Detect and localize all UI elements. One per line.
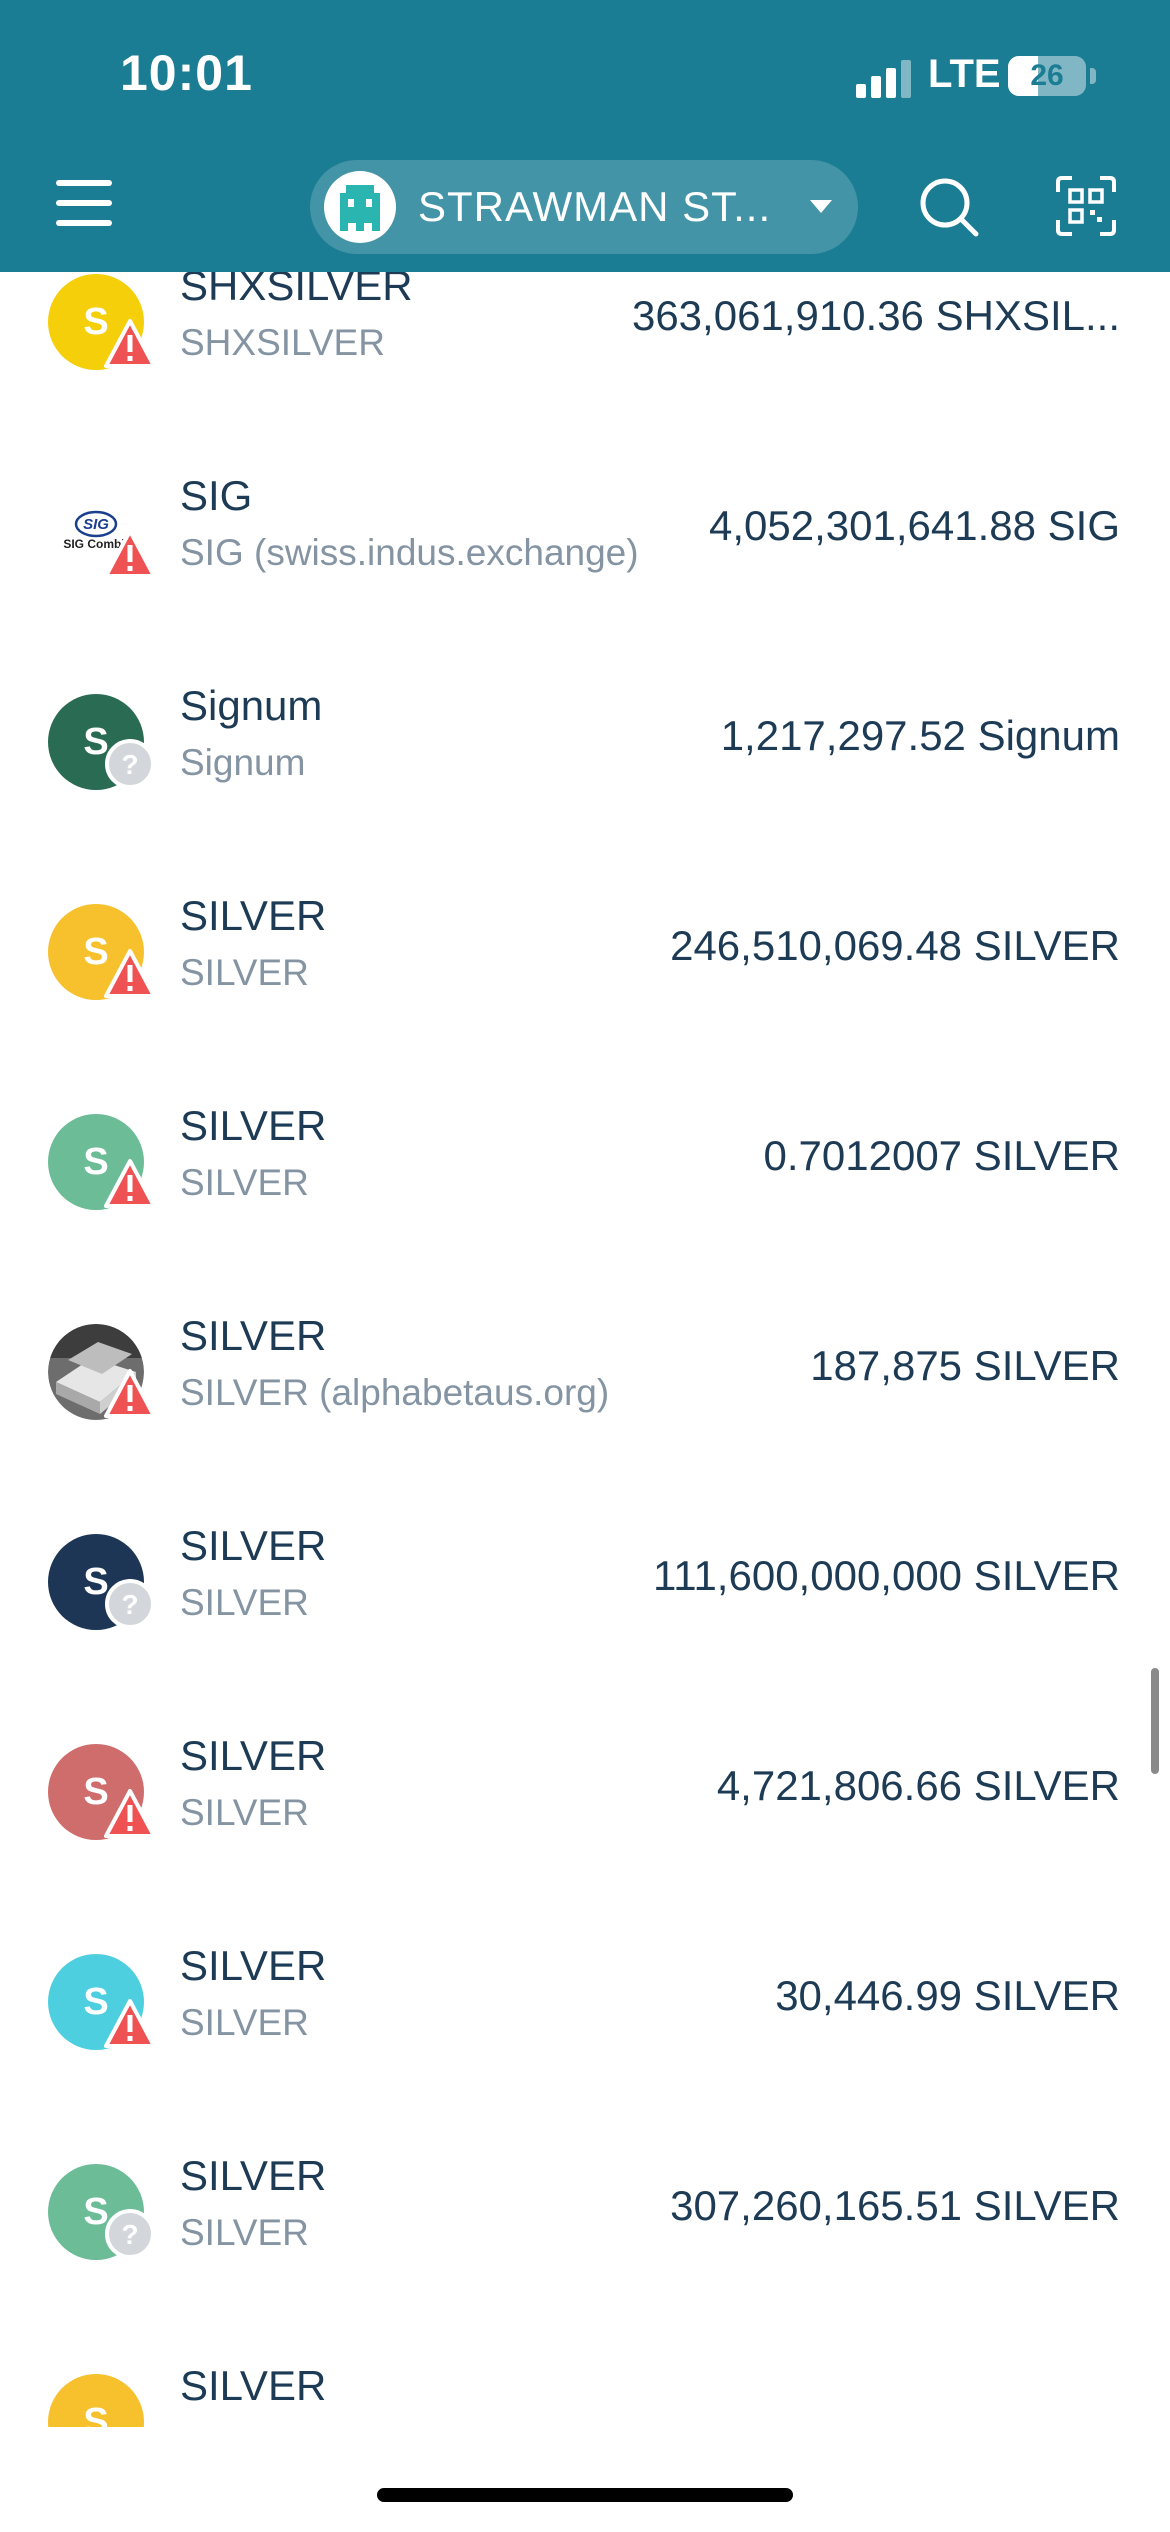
token-name: SILVER — [180, 2362, 327, 2409]
token-issuer: SILVER (alphabetaus.org) — [180, 1372, 610, 1413]
token-name: SILVER — [180, 1312, 327, 1359]
bottom-area — [0, 2427, 1170, 2532]
token-name: SIG — [180, 472, 253, 519]
cellular-signal-icon — [856, 60, 912, 98]
home-indicator[interactable] — [377, 2488, 793, 2502]
network-type: LTE — [928, 52, 1001, 96]
question-icon: ? — [105, 2209, 155, 2259]
list-item[interactable]: S SILVER SILVER 4,721,806.66 SILVER — [0, 1690, 1170, 1900]
token-balance: 30,446.99 SILVER — [775, 1972, 1120, 2019]
svg-text:?: ? — [121, 2219, 138, 2250]
question-icon: ? — [105, 1579, 155, 1629]
token-name: SILVER — [180, 1522, 327, 1569]
warning-icon — [104, 319, 156, 368]
list-item[interactable]: S ? Signum Signum 1,217,297.52 Signum — [0, 640, 1170, 850]
list-item[interactable]: S SHXSILVER SHXSILVER 363,061,910.36 SHX… — [0, 272, 1170, 430]
list-item[interactable]: S SILVER — [0, 2320, 1170, 2427]
token-balance: 187,875 SILVER — [810, 1342, 1120, 1389]
qr-scan-icon[interactable] — [1056, 176, 1116, 236]
token-name: SILVER — [180, 1942, 327, 1989]
token-balance: 4,052,301,641.88 SIG — [709, 502, 1120, 549]
warning-icon — [104, 1159, 156, 1208]
list-item[interactable]: S ? SILVER SILVER 111,600,000,000 SILVER — [0, 1480, 1170, 1690]
question-icon: ? — [105, 739, 155, 789]
list-item[interactable]: SIG SIG Combit SIG SIG (swiss.indus.exch… — [0, 430, 1170, 640]
account-avatar-icon — [324, 171, 396, 243]
list-item[interactable]: S ? SILVER SILVER 307,260,165.51 SILVER — [0, 2110, 1170, 2320]
token-balance: 363,061,910.36 SHXSIL... — [631, 292, 1120, 339]
battery-icon: 26 — [1008, 56, 1086, 96]
top-bar: 10:01 LTE 26 STRAWMAN ST... — [0, 0, 1170, 272]
token-issuer: SILVER — [180, 2212, 309, 2253]
token-issuer: Signum — [180, 742, 306, 783]
token-balance: 246,510,069.48 SILVER — [670, 922, 1120, 969]
token-name: SILVER — [180, 1732, 327, 1779]
list-item[interactable]: SILVER SILVER (alphabetaus.org) 187,875 … — [0, 1270, 1170, 1480]
token-issuer: SILVER — [180, 952, 309, 993]
chevron-down-icon — [810, 200, 832, 213]
svg-text:?: ? — [121, 749, 138, 780]
list-item[interactable]: S SILVER SILVER 246,510,069.48 SILVER — [0, 850, 1170, 1060]
battery-level: 26 — [1030, 59, 1064, 92]
token-issuer: SILVER — [180, 1792, 309, 1833]
token-balance: 4,721,806.66 SILVER — [716, 1762, 1120, 1809]
account-name: STRAWMAN ST... — [418, 183, 772, 230]
account-selector[interactable]: STRAWMAN ST... — [310, 160, 858, 254]
hamburger-icon[interactable] — [56, 178, 112, 228]
warning-icon — [104, 1789, 156, 1838]
token-issuer: SIG (swiss.indus.exchange) — [180, 532, 639, 573]
token-issuer: SILVER — [180, 2002, 309, 2043]
token-balance: 307,260,165.51 SILVER — [670, 2182, 1120, 2229]
token-name: SILVER — [180, 892, 327, 939]
warning-icon — [104, 1369, 156, 1418]
status-time: 10:01 — [120, 45, 253, 101]
token-balance: 1,217,297.52 Signum — [720, 712, 1120, 759]
warning-icon — [104, 1999, 156, 2048]
battery-tip — [1090, 68, 1096, 84]
token-name: SILVER — [180, 1102, 327, 1149]
scrollbar[interactable] — [1151, 1668, 1159, 1774]
token-issuer: SILVER — [180, 1582, 309, 1623]
search-icon[interactable] — [918, 176, 980, 238]
token-name: SHXSILVER — [180, 272, 413, 309]
warning-icon — [104, 949, 156, 998]
token-avatar: S — [48, 2374, 144, 2427]
token-list[interactable]: S SHXSILVER SHXSILVER 363,061,910.36 SHX… — [0, 272, 1170, 2427]
list-item[interactable]: S SILVER SILVER 30,446.99 SILVER — [0, 1900, 1170, 2110]
token-issuer: SILVER — [180, 1162, 309, 1203]
svg-text:?: ? — [121, 1589, 138, 1620]
warning-icon — [104, 529, 156, 578]
token-balance: 0.7012007 SILVER — [763, 1132, 1121, 1179]
token-name: SILVER — [180, 2152, 327, 2199]
token-issuer: SHXSILVER — [180, 322, 385, 363]
token-name: Signum — [180, 682, 323, 729]
token-balance: 111,600,000,000 SILVER — [652, 1552, 1120, 1599]
list-item[interactable]: S SILVER SILVER 0.7012007 SILVER — [0, 1060, 1170, 1270]
